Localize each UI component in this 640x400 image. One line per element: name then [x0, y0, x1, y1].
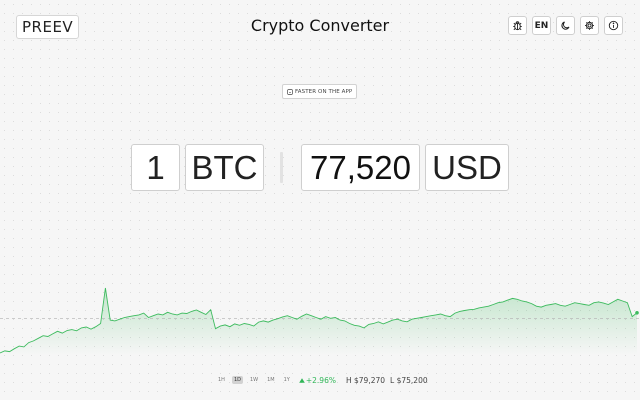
- moon-icon: [561, 21, 570, 30]
- price-area: [0, 288, 637, 355]
- from-currency-select[interactable]: BTC: [185, 144, 264, 191]
- range-1d-button[interactable]: 1D: [231, 376, 243, 384]
- low-price: L $75,200: [390, 375, 428, 385]
- language-button[interactable]: EN: [532, 16, 551, 35]
- range-1h-button[interactable]: 1H: [216, 376, 227, 384]
- range-1w-button[interactable]: 1W: [248, 376, 260, 384]
- converter-divider: [280, 152, 283, 183]
- high-price: H $79,270: [345, 375, 386, 385]
- range-1m-button[interactable]: 1M: [265, 376, 277, 384]
- price-change-value: +2.96%: [305, 375, 336, 385]
- price-change: +2.96%: [299, 376, 336, 385]
- amount-input[interactable]: 1: [131, 144, 180, 191]
- bug-icon: [513, 21, 522, 31]
- theme-toggle-button[interactable]: [556, 16, 575, 35]
- to-currency-select[interactable]: USD: [425, 144, 509, 191]
- app-promo-button[interactable]: FASTER ON THE APP: [282, 84, 358, 99]
- info-button[interactable]: [604, 16, 623, 35]
- chart-footer: 1H 1D 1W 1M 1Y +2.96% H $79,270 L $75,20…: [216, 374, 428, 386]
- info-icon: [608, 20, 619, 31]
- price-chart[interactable]: [0, 280, 640, 355]
- gear-icon: [585, 21, 594, 30]
- header-toolbar: EN: [508, 16, 623, 35]
- range-1y-button[interactable]: 1Y: [282, 376, 292, 384]
- app-promo-label: FASTER ON THE APP: [295, 88, 353, 95]
- bug-report-button[interactable]: [508, 16, 527, 35]
- phone-icon: [287, 88, 293, 95]
- settings-button[interactable]: [580, 16, 599, 35]
- result-value: 77,520: [301, 144, 420, 191]
- triangle-up-icon: [299, 377, 305, 383]
- current-price-dot: [635, 311, 639, 315]
